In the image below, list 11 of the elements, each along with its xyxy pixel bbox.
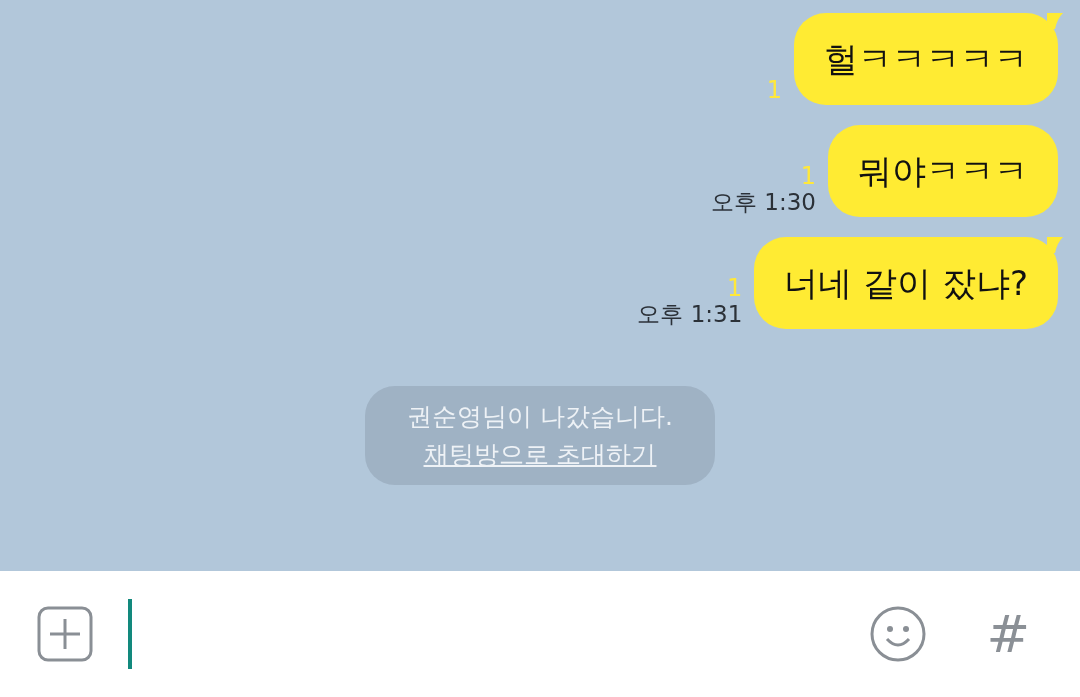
- notice-text: 권순영님이 나갔습니다.: [407, 401, 673, 433]
- unread-count: 1: [766, 76, 782, 103]
- hashtag-button[interactable]: #: [986, 608, 1030, 660]
- unread-count: 1: [727, 275, 743, 302]
- message-time: 오후 1:31: [637, 301, 743, 327]
- invite-link[interactable]: 채팅방으로 초대하기: [423, 439, 657, 469]
- unread-count: 1: [800, 163, 816, 190]
- message-bubble: 뭐야ㅋㅋㅋ: [828, 125, 1058, 217]
- add-icon[interactable]: [37, 606, 93, 662]
- message-time: 오후 1:30: [711, 189, 816, 215]
- emoji-icon[interactable]: [870, 606, 927, 662]
